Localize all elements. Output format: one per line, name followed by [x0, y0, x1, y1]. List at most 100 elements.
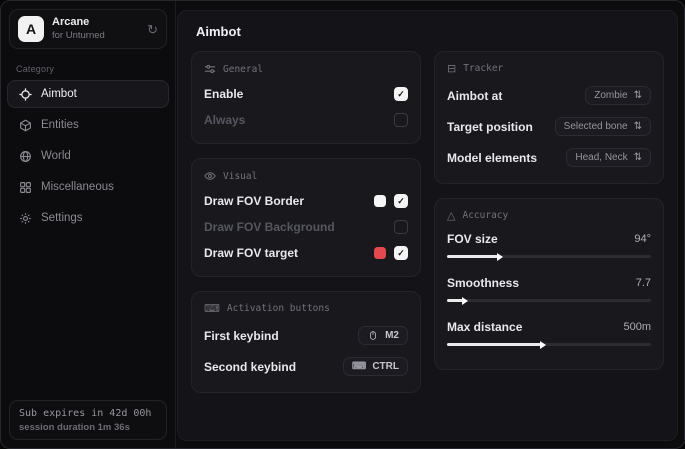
card-title: Accuracy: [462, 210, 508, 221]
setting-row-first-keybind: First keybind M2: [204, 320, 408, 351]
keybind-value: M2: [385, 330, 399, 341]
setting-label: Aimbot at: [447, 89, 502, 103]
setting-label: Draw FOV Border: [204, 194, 304, 208]
cube-icon: [18, 118, 32, 132]
card-title: Activation buttons: [227, 303, 330, 314]
left-column: General Enable ✓ Always ✓: [191, 51, 421, 393]
smoothness-slider[interactable]: [447, 299, 651, 302]
always-checkbox[interactable]: ✓: [394, 113, 408, 127]
fov-target-checkbox[interactable]: ✓: [394, 246, 408, 260]
brand-name: Arcane: [52, 16, 105, 30]
dropdown-value: Selected bone: [564, 121, 628, 132]
enable-checkbox[interactable]: ✓: [394, 87, 408, 101]
sidebar-item-settings[interactable]: Settings: [7, 204, 169, 232]
dropdown-value: Head, Neck: [575, 152, 627, 163]
app-window: A Arcane for Unturned ↻ Category Aimbot: [0, 0, 685, 449]
keyboard-icon: ⌨: [352, 362, 366, 372]
sidebar-item-aimbot[interactable]: Aimbot: [7, 80, 169, 108]
brand-card: A Arcane for Unturned ↻: [9, 9, 167, 49]
setting-row-model-elements: Model elements Head, Neck ⇅: [447, 142, 651, 173]
sidebar-nav: Aimbot Entities World: [1, 80, 175, 232]
slider-thumb[interactable]: [462, 297, 468, 305]
general-card: General Enable ✓ Always ✓: [191, 51, 421, 144]
refresh-icon[interactable]: ↻: [147, 23, 158, 36]
setting-label: Second keybind: [204, 360, 296, 374]
slider-row-smoothness: Smoothness 7.7: [447, 271, 651, 315]
slider-value: 94°: [634, 233, 651, 245]
setting-label: Enable: [204, 87, 243, 101]
gear-icon: [18, 211, 32, 225]
color-swatch[interactable]: [374, 195, 386, 207]
slider-row-fov-size: FOV size 94°: [447, 227, 651, 271]
slider-label: Max distance: [447, 320, 522, 334]
slider-thumb[interactable]: [540, 341, 546, 349]
session-duration-text: session duration 1m 36s: [19, 422, 157, 433]
sidebar-item-entities[interactable]: Entities: [7, 111, 169, 139]
check-icon: ✓: [397, 249, 405, 258]
fov-border-checkbox[interactable]: ✓: [394, 194, 408, 208]
slider-label: FOV size: [447, 232, 498, 246]
setting-row-target-position: Target position Selected bone ⇅: [447, 111, 651, 142]
color-swatch[interactable]: [374, 247, 386, 259]
fov-size-slider[interactable]: [447, 255, 651, 258]
eye-icon: [204, 170, 216, 182]
accuracy-card: △ Accuracy FOV size 94°: [434, 198, 664, 370]
slider-value: 500m: [623, 321, 651, 333]
setting-row-fov-background: Draw FOV Background ✓: [204, 214, 408, 240]
sub-expiry-text: Sub expires in 42d 00h: [19, 408, 157, 419]
target-position-dropdown[interactable]: Selected bone ⇅: [555, 117, 651, 136]
setting-label: Model elements: [447, 151, 537, 165]
brand-subtitle: for Unturned: [52, 30, 105, 42]
sidebar-item-label: Settings: [41, 212, 83, 224]
card-title: Visual: [223, 171, 257, 182]
brand-logo: A: [18, 16, 44, 42]
page-title: Aimbot: [196, 24, 664, 39]
globe-icon: [18, 149, 32, 163]
slider-row-max-distance: Max distance 500m: [447, 315, 651, 359]
setting-label: Always: [204, 113, 245, 127]
max-distance-slider[interactable]: [447, 343, 651, 346]
second-keybind-button[interactable]: ⌨ CTRL: [343, 357, 408, 376]
layout-grid-icon: [18, 180, 32, 194]
accuracy-icon: △: [447, 210, 455, 221]
visual-card: Visual Draw FOV Border ✓ Draw FOV Backgr…: [191, 158, 421, 277]
setting-row-always: Always ✓: [204, 107, 408, 133]
keybind-value: CTRL: [372, 361, 399, 372]
activation-card: ⌨ Activation buttons First keybind M2: [191, 291, 421, 393]
tracker-icon: ⊟: [447, 63, 456, 74]
setting-label: Target position: [447, 120, 533, 134]
check-icon: ✓: [397, 90, 405, 99]
setting-row-fov-target: Draw FOV target ✓: [204, 240, 408, 266]
sidebar-item-label: World: [41, 150, 71, 162]
setting-label: Draw FOV Background: [204, 220, 335, 234]
tracker-card: ⊟ Tracker Aimbot at Zombie ⇅ Target posi…: [434, 51, 664, 184]
model-elements-dropdown[interactable]: Head, Neck ⇅: [566, 148, 651, 167]
sliders-icon: [204, 63, 216, 75]
card-title: Tracker: [463, 63, 503, 74]
dropdown-value: Zombie: [594, 90, 627, 101]
setting-label: First keybind: [204, 329, 279, 343]
slider-thumb[interactable]: [497, 253, 503, 261]
setting-row-second-keybind: Second keybind ⌨ CTRL: [204, 351, 408, 382]
card-title: General: [223, 64, 263, 75]
sidebar-item-miscellaneous[interactable]: Miscellaneous: [7, 173, 169, 201]
chevron-updown-icon: ⇅: [634, 91, 642, 101]
slider-label: Smoothness: [447, 276, 519, 290]
right-column: ⊟ Tracker Aimbot at Zombie ⇅ Target posi…: [434, 51, 664, 370]
chevron-updown-icon: ⇅: [634, 122, 642, 132]
keyboard-icon: ⌨: [204, 303, 220, 314]
setting-row-enable: Enable ✓: [204, 81, 408, 107]
setting-row-aimbot-at: Aimbot at Zombie ⇅: [447, 80, 651, 111]
chevron-updown-icon: ⇅: [634, 153, 642, 163]
sidebar-item-label: Aimbot: [41, 88, 77, 100]
main-panel: Aimbot General: [177, 10, 678, 441]
first-keybind-button[interactable]: M2: [358, 326, 408, 345]
sidebar-item-label: Miscellaneous: [41, 181, 114, 193]
sidebar-item-label: Entities: [41, 119, 79, 131]
check-icon: ✓: [397, 197, 405, 206]
mouse-icon: [367, 331, 379, 340]
aimbot-at-dropdown[interactable]: Zombie ⇅: [585, 86, 651, 105]
sidebar-item-world[interactable]: World: [7, 142, 169, 170]
subscription-status-box: Sub expires in 42d 00h session duration …: [9, 400, 167, 440]
fov-background-checkbox[interactable]: ✓: [394, 220, 408, 234]
